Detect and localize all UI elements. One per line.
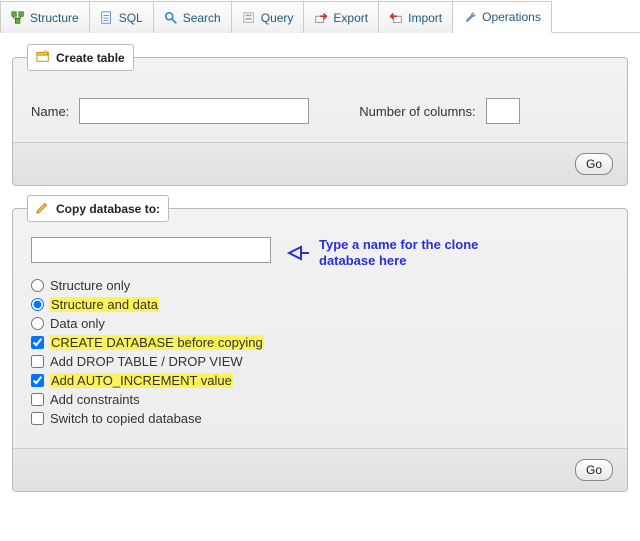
check-add-drop[interactable] — [31, 355, 44, 368]
tab-label: Search — [183, 11, 221, 25]
create-table-icon — [36, 49, 50, 66]
check-add-constraints[interactable] — [31, 393, 44, 406]
tab-label: SQL — [119, 11, 143, 25]
pencil-icon — [36, 200, 50, 217]
tab-structure[interactable]: Structure — [0, 1, 90, 33]
create-table-go-button[interactable]: Go — [575, 153, 613, 175]
create-table-footer: Go — [13, 142, 627, 185]
operations-panel: Create table Name: Number of columns: Go… — [0, 33, 640, 524]
tab-query[interactable]: Query — [232, 1, 305, 33]
export-icon — [314, 11, 328, 25]
copy-db-footer: Go — [13, 448, 627, 491]
option-label: Add constraints — [50, 392, 140, 407]
tab-export[interactable]: Export — [304, 1, 379, 33]
tab-label: Import — [408, 11, 442, 25]
search-icon — [164, 11, 178, 25]
copy-database-group: Copy database to: Type a name for the cl… — [12, 208, 628, 492]
check-auto-increment[interactable] — [31, 374, 44, 387]
wrench-icon — [463, 10, 477, 24]
legend-label: Create table — [56, 51, 125, 65]
legend-label: Copy database to: — [56, 202, 160, 216]
tab-operations[interactable]: Operations — [453, 1, 552, 33]
annotation: Type a name for the clone database here — [285, 237, 479, 268]
radio-structure-and-data[interactable] — [31, 298, 44, 311]
option-label: Data only — [50, 316, 105, 331]
radio-structure-only[interactable] — [31, 279, 44, 292]
tab-bar: Structure SQL Search Query Export Import — [0, 0, 640, 33]
copy-database-legend: Copy database to: — [27, 195, 169, 222]
num-columns-input[interactable] — [486, 98, 520, 124]
cols-label: Number of columns: — [359, 104, 475, 119]
copy-db-name-input[interactable] — [31, 237, 271, 263]
tab-label: Structure — [30, 11, 79, 25]
tab-import[interactable]: Import — [379, 1, 453, 33]
import-icon — [389, 11, 403, 25]
structure-icon — [11, 11, 25, 25]
check-create-before[interactable] — [31, 336, 44, 349]
radio-data-only[interactable] — [31, 317, 44, 330]
option-label: Structure only — [50, 278, 130, 293]
tab-label: Operations — [482, 10, 541, 24]
table-name-input[interactable] — [79, 98, 309, 124]
query-icon — [242, 11, 256, 25]
tab-label: Export — [333, 11, 368, 25]
option-label: CREATE DATABASE before copying — [50, 335, 264, 350]
option-label: Structure and data — [50, 297, 159, 312]
sql-icon — [100, 11, 114, 25]
copy-db-go-button[interactable]: Go — [575, 459, 613, 481]
option-label: Add AUTO_INCREMENT value — [50, 373, 233, 388]
create-table-legend: Create table — [27, 44, 134, 71]
option-label: Add DROP TABLE / DROP VIEW — [50, 354, 243, 369]
option-label: Switch to copied database — [50, 411, 202, 426]
tab-sql[interactable]: SQL — [90, 1, 154, 33]
name-label: Name: — [31, 104, 69, 119]
check-switch-db[interactable] — [31, 412, 44, 425]
tab-label: Query — [261, 11, 294, 25]
arrow-left-icon — [285, 239, 311, 267]
tab-search[interactable]: Search — [154, 1, 232, 33]
create-table-group: Create table Name: Number of columns: Go — [12, 57, 628, 186]
annotation-text: Type a name for the clone database here — [319, 237, 479, 268]
